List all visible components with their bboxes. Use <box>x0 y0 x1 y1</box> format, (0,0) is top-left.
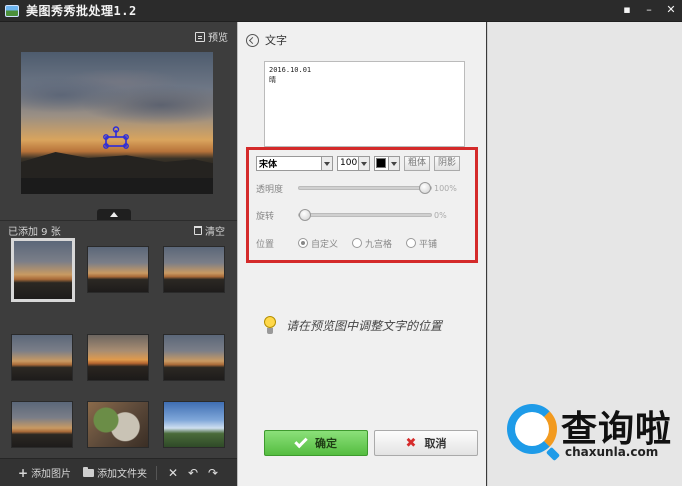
color-swatch <box>376 158 386 168</box>
chevron-down-icon <box>358 156 369 170</box>
hint-text: 请在预览图中调整文字的位置 <box>286 318 443 333</box>
cancel-label: 取消 <box>424 437 447 450</box>
rotation-row: 旋转 0% <box>256 204 468 226</box>
font-size-select[interactable]: 100 <box>337 155 370 171</box>
rotate-right-icon[interactable]: ↷ <box>206 466 220 480</box>
radio-icon <box>406 238 417 248</box>
font-color-select[interactable] <box>374 155 400 171</box>
clear-label: 清空 <box>205 227 225 238</box>
confirm-label: 确定 <box>315 437 337 450</box>
watermark-text-input[interactable]: 2016.10.01 晴 <box>264 61 465 147</box>
plus-icon: + <box>18 465 29 480</box>
site-logo: 查询啦 chaxunla.com <box>503 400 679 470</box>
back-icon <box>246 33 259 47</box>
folder-icon <box>83 466 95 477</box>
font-row: 宋体 100 粗体 阴影 <box>256 154 468 172</box>
text-editor-panel: 文字 2016.10.01 晴 宋体 100 粗体 阴影 透明度 100% 旋转… <box>237 22 486 486</box>
bold-button[interactable]: 粗体 <box>404 155 431 171</box>
add-folder-button[interactable]: 添加文件夹 <box>83 465 147 480</box>
thumbnail-7[interactable] <box>11 401 73 448</box>
back-button[interactable]: 文字 <box>246 32 287 48</box>
main-preview-image[interactable] <box>21 52 213 194</box>
rotation-value: 0% <box>434 210 447 220</box>
rotation-slider-handle[interactable] <box>299 209 311 221</box>
trash-icon <box>194 226 202 235</box>
close-icon[interactable]: ✕ <box>664 2 678 18</box>
opacity-row: 透明度 100% <box>256 177 468 199</box>
position-tile-radio[interactable]: 平铺 <box>406 237 437 250</box>
clear-button[interactable]: 清空 <box>194 223 225 238</box>
position-hint: 请在预览图中调整文字的位置 <box>262 314 442 336</box>
image-list-panel: 预览 已添加 9 张 清空 + 添加图片 添加文件夹 ✕ ↶ ↷ <box>0 22 237 486</box>
preview-label: 预览 <box>208 33 228 44</box>
check-icon <box>294 434 308 448</box>
thumbnail-8[interactable] <box>87 401 149 448</box>
rotation-label: 旋转 <box>256 211 275 222</box>
chevron-down-icon <box>321 156 332 170</box>
delete-icon[interactable]: ✕ <box>166 466 180 480</box>
minimize-icon[interactable]: – <box>642 2 656 18</box>
thumbnail-5[interactable] <box>87 334 149 381</box>
radio-icon <box>352 238 363 248</box>
add-folder-label: 添加文件夹 <box>97 469 148 480</box>
move-handle-icon <box>103 126 129 149</box>
rotation-slider[interactable] <box>298 209 432 221</box>
thumbnail-2[interactable] <box>87 246 149 293</box>
opacity-slider[interactable] <box>298 182 432 194</box>
cancel-button[interactable]: ✖ 取消 <box>374 430 478 456</box>
add-image-button[interactable]: + 添加图片 <box>18 465 72 481</box>
thumbnail-1[interactable] <box>11 238 75 302</box>
added-count-label: 已添加 9 张 <box>8 227 61 238</box>
added-count-row: 已添加 9 张 清空 <box>0 220 237 240</box>
opacity-label: 透明度 <box>256 184 284 195</box>
collapse-preview-button[interactable] <box>97 209 131 220</box>
thumbnail-9[interactable] <box>163 401 225 448</box>
logo-url: chaxunla.com <box>565 445 659 459</box>
chevron-down-icon <box>388 156 399 170</box>
position-row: 位置 自定义 九宫格 平铺 <box>256 232 468 254</box>
title-bar: 美图秀秀批处理1.2 ▪ – ✕ <box>0 0 682 22</box>
app-icon <box>5 4 19 17</box>
text-position-handle[interactable] <box>101 126 131 152</box>
text-format-settings: 宋体 100 粗体 阴影 透明度 100% 旋转 0% 位置 自定义 九宫格 平… <box>246 147 478 263</box>
rotate-left-icon[interactable]: ↶ <box>186 466 200 480</box>
thumbnail-6[interactable] <box>163 334 225 381</box>
menu-icon[interactable]: ▪ <box>620 2 634 18</box>
close-icon: ✖ <box>405 435 417 451</box>
thumbnail-4[interactable] <box>11 334 73 381</box>
text-line: 晴 <box>269 76 276 84</box>
panel-title: 文字 <box>265 34 287 47</box>
window-title: 美图秀秀批处理1.2 <box>26 4 137 18</box>
opacity-value: 100% <box>434 183 457 193</box>
font-family-select[interactable]: 宋体 <box>256 155 333 171</box>
preview-icon <box>195 31 205 42</box>
window-controls: ▪ – ✕ <box>620 2 678 18</box>
position-label: 位置 <box>256 239 275 250</box>
position-grid-radio[interactable]: 九宫格 <box>352 237 392 250</box>
position-custom-radio[interactable]: 自定义 <box>298 237 338 250</box>
add-image-label: 添加图片 <box>31 469 72 480</box>
preview-button[interactable]: 预览 <box>195 29 228 44</box>
text-line: 2016.10.01 <box>269 66 312 74</box>
lightbulb-icon <box>262 314 278 336</box>
magnifier-logo-icon <box>507 404 557 454</box>
opacity-slider-handle[interactable] <box>419 182 431 194</box>
shadow-button[interactable]: 阴影 <box>434 155 461 171</box>
thumbnail-3[interactable] <box>163 246 225 293</box>
radio-icon <box>298 238 308 248</box>
left-toolbar: + 添加图片 添加文件夹 ✕ ↶ ↷ <box>0 458 237 486</box>
confirm-button[interactable]: 确定 <box>264 430 368 456</box>
